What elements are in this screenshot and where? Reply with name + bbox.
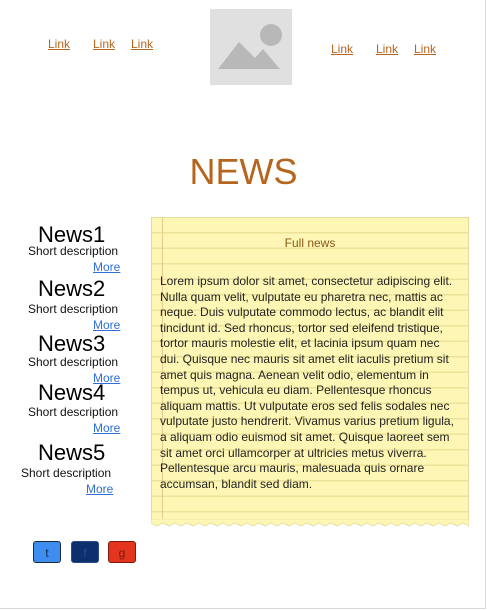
nav-link-left-1[interactable]: Link xyxy=(48,37,70,51)
news-item-title[interactable]: News2 xyxy=(38,276,105,302)
news-item-title[interactable]: News5 xyxy=(38,440,105,466)
news-item-description: Short description xyxy=(28,355,119,369)
nav-link-left-3[interactable]: Link xyxy=(131,37,153,51)
news-item-more-link[interactable]: More xyxy=(86,482,113,496)
nav-link-right-3[interactable]: Link xyxy=(414,42,436,56)
twitter-button[interactable]: t xyxy=(33,541,61,563)
facebook-button[interactable]: f xyxy=(71,541,99,563)
page-title: NEWS xyxy=(189,151,298,192)
nav-link-right-2[interactable]: Link xyxy=(376,42,398,56)
news-item-more-link[interactable]: More xyxy=(93,260,120,274)
full-news-heading: Full news xyxy=(284,236,336,250)
google-plus-icon: g xyxy=(118,546,126,560)
full-news-body: Lorem ipsum dolor sit amet, consectetur … xyxy=(160,274,454,491)
nav-link-right-1[interactable]: Link xyxy=(331,42,353,56)
nav-link-left-2[interactable]: Link xyxy=(93,37,115,51)
news-item-title[interactable]: News3 xyxy=(38,331,105,357)
news-item-description: Short description xyxy=(21,466,112,480)
logo[interactable] xyxy=(210,9,292,85)
news-item-more-link[interactable]: More xyxy=(93,318,120,332)
google-plus-button[interactable]: g xyxy=(108,541,136,563)
news-item-description: Short description xyxy=(28,302,119,316)
twitter-icon: t xyxy=(45,546,49,560)
news-item-title[interactable]: News4 xyxy=(38,380,105,406)
news-item-description: Short description xyxy=(28,405,119,419)
facebook-icon: f xyxy=(83,546,87,560)
image-placeholder-icon xyxy=(218,24,282,69)
torn-edge xyxy=(151,519,469,527)
news-item-more-link[interactable]: More xyxy=(93,421,120,435)
full-news-panel: Full news Lorem ipsum dolor sit amet, co… xyxy=(151,217,469,523)
news-item-description: Short description xyxy=(28,244,119,258)
